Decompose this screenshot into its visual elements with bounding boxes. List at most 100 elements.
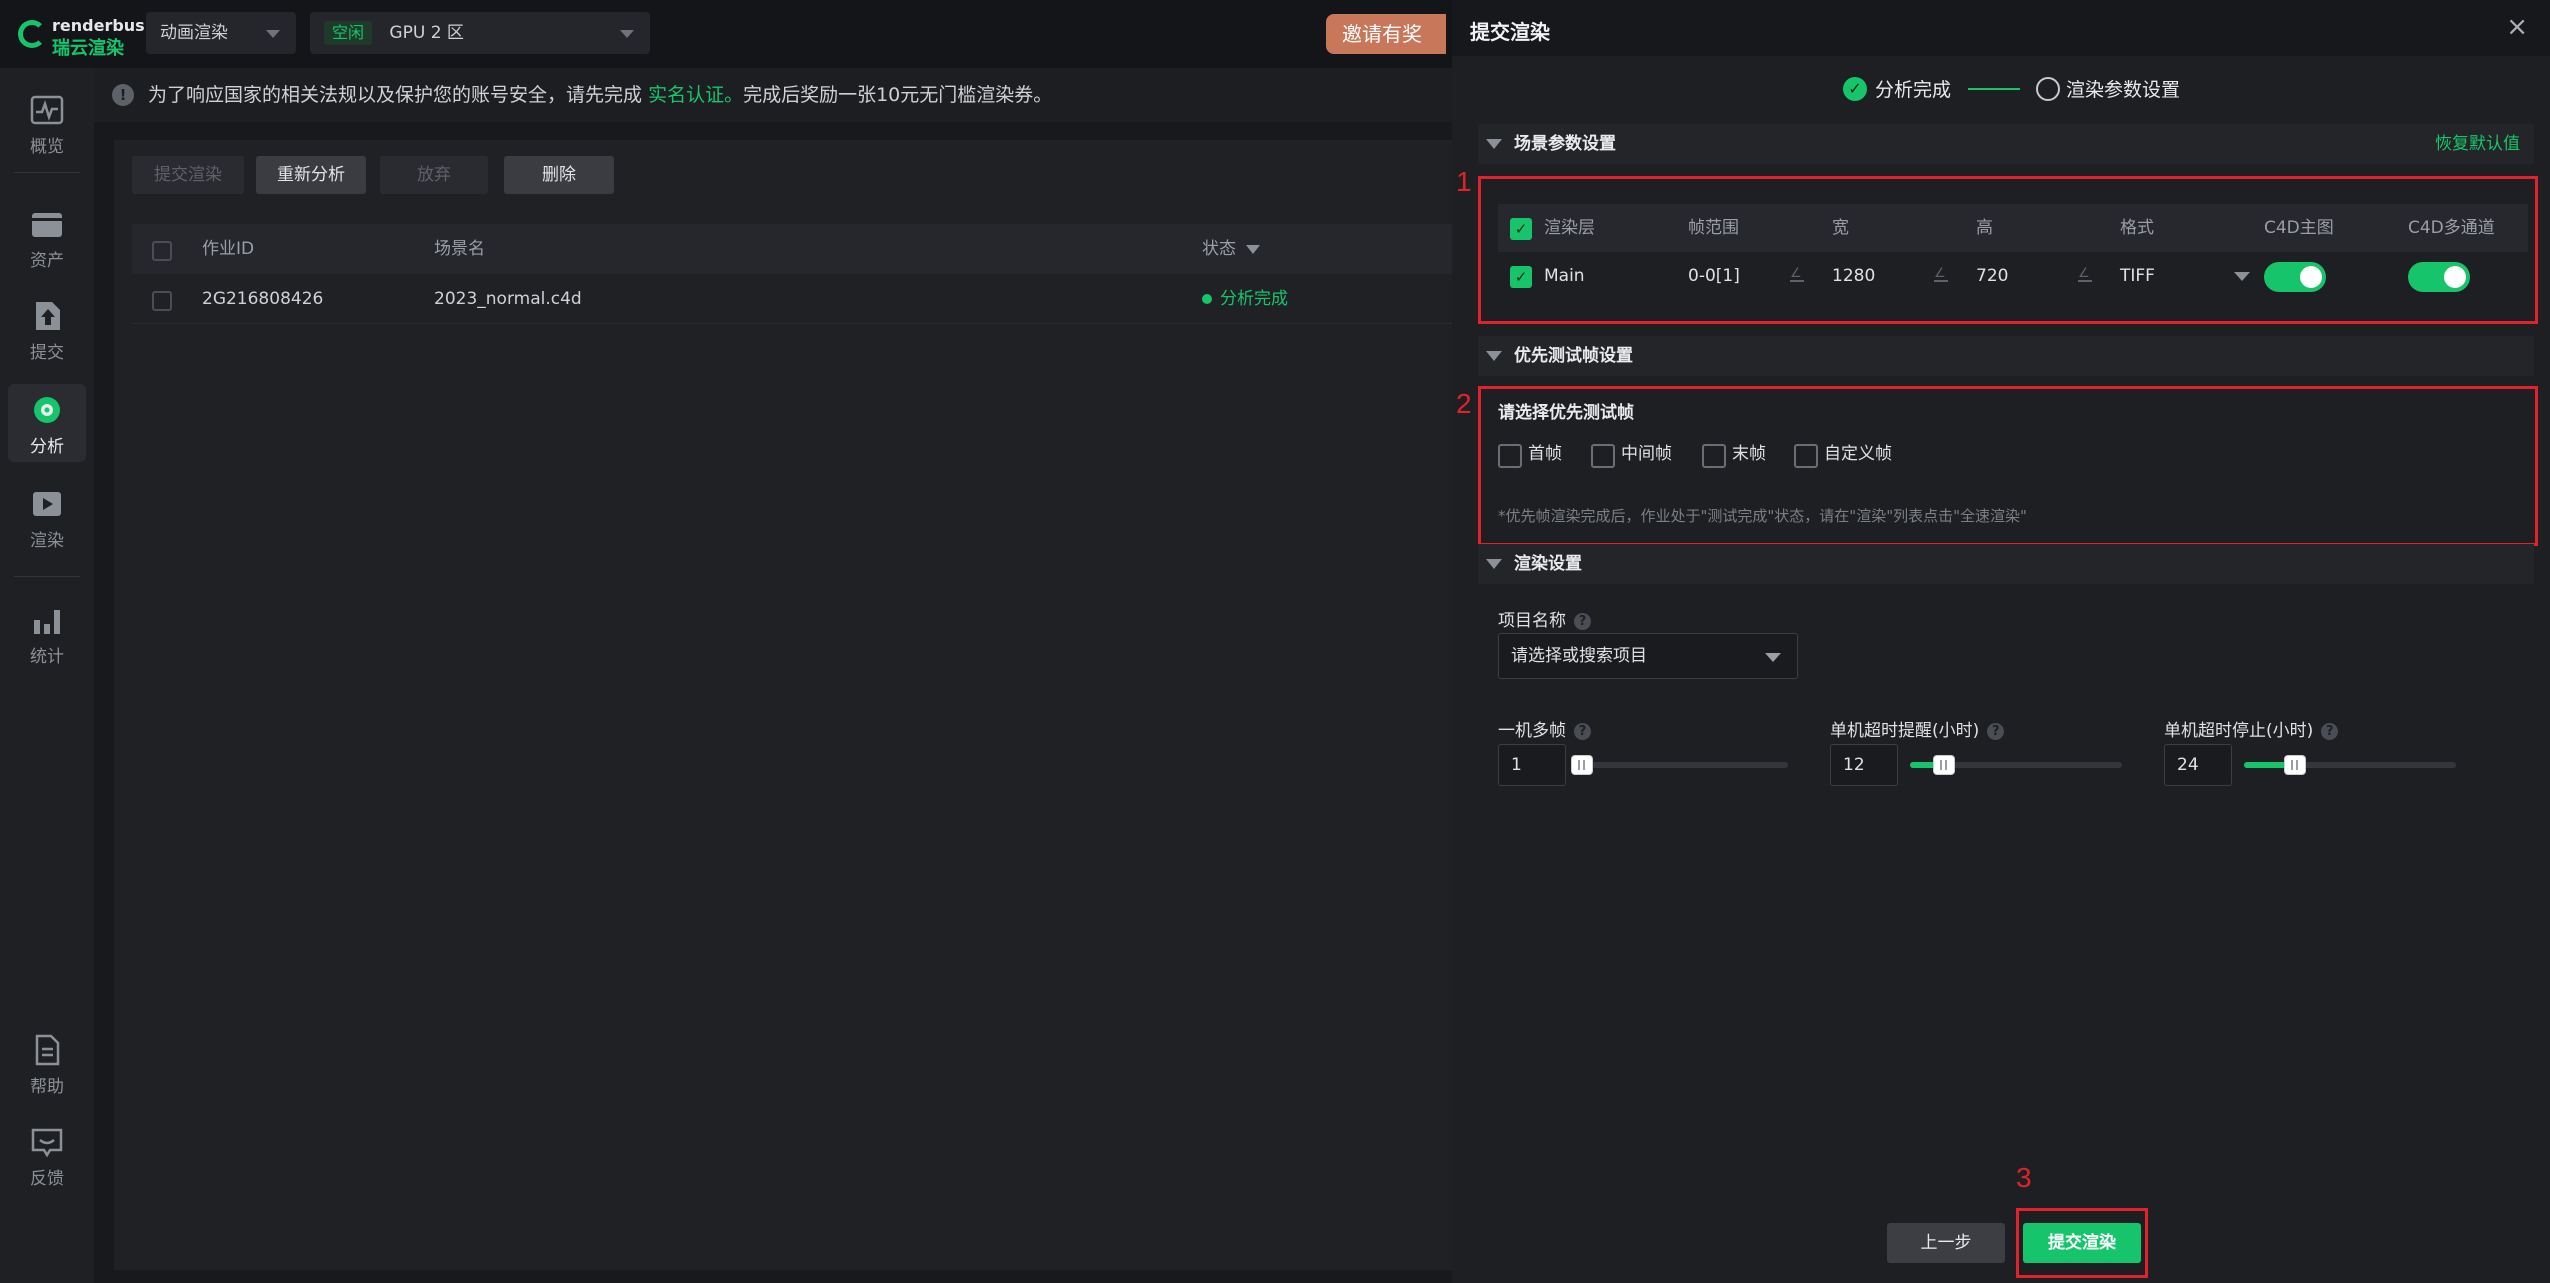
reset-defaults-link[interactable]: 恢复默认值	[2435, 124, 2520, 164]
sidebar-item-label: 渲染	[30, 531, 64, 551]
submit-render-drawer: 提交渲染 × ✓ 分析完成 渲染参数设置 场景参数设置 恢复默认值 ✓ 渲染层 …	[1452, 0, 2550, 1283]
project-select-placeholder: 请选择或搜索项目	[1511, 646, 1647, 666]
scene-settings-title: 场景参数设置	[1514, 134, 1616, 154]
document-icon	[35, 1034, 60, 1066]
multi-frame-slider[interactable]	[1571, 755, 1788, 775]
help-icon[interactable]: ?	[2321, 722, 2339, 740]
job-id: 2G216808426	[202, 289, 324, 309]
sidebar-item-render[interactable]: 渲染	[8, 478, 86, 556]
sidebar-divider	[14, 576, 80, 577]
sidebar-item-label: 概览	[30, 137, 64, 157]
timeout-stop-input[interactable]: 24	[2164, 744, 2232, 786]
play-icon	[33, 492, 61, 516]
job-panel: 提交渲染 重新分析 放弃 删除 作业ID 场景名 状态 2G216808426 …	[114, 140, 1454, 1270]
help-icon[interactable]: ?	[1574, 722, 1591, 740]
column-header-status-label: 状态	[1202, 239, 1236, 259]
sidebar-item-label: 资产	[30, 251, 64, 271]
timeout-warn-label: 单机超时提醒(小时)?	[1830, 716, 2005, 741]
row-checkbox[interactable]	[152, 291, 172, 311]
timeout-warn-slider[interactable]	[1910, 755, 2122, 775]
column-header-id: 作业ID	[202, 239, 255, 259]
check-circle-icon: ✓	[1843, 77, 1867, 101]
sidebar-item-analysis[interactable]: 分析	[8, 384, 86, 462]
logo-text-en: renderbus	[52, 16, 145, 35]
sidebar-item-stats[interactable]: 统计	[8, 594, 86, 672]
scene-name: 2023_normal.c4d	[434, 289, 582, 309]
verify-link[interactable]: 实名认证。	[648, 84, 743, 106]
render-mode-value: 动画渲染	[160, 23, 228, 43]
abandon-button[interactable]: 放弃	[380, 156, 488, 194]
project-name-label: 项目名称?	[1498, 606, 1591, 631]
sidebar-item-feedback[interactable]: 反馈	[8, 1116, 86, 1194]
chevron-down-icon	[266, 30, 280, 38]
info-icon: !	[112, 84, 134, 106]
delete-button[interactable]: 删除	[504, 156, 614, 194]
select-all-checkbox[interactable]	[152, 241, 172, 261]
render-settings-header[interactable]: 渲染设置	[1478, 544, 2534, 584]
timeout-stop-label-text: 单机超时停止(小时)	[2164, 721, 2314, 741]
priority-frames-header[interactable]: 优先测试帧设置	[1478, 336, 2534, 376]
notice-bar: ! 为了响应国家的相关法规以及保护您的账号安全，请先完成 实名认证。完成后奖励一…	[94, 68, 1454, 122]
table-row[interactable]: 2G216808426 2023_normal.c4d 分析完成	[132, 274, 1454, 324]
feedback-icon	[31, 1128, 63, 1158]
annotation-box-2	[1478, 386, 2538, 546]
sidebar-item-label: 分析	[30, 437, 64, 457]
sidebar-divider	[14, 172, 80, 173]
sidebar-item-help[interactable]: 帮助	[8, 1024, 86, 1102]
sidebar-item-label: 统计	[30, 647, 64, 667]
multi-frame-input[interactable]: 1	[1498, 744, 1566, 786]
render-mode-select[interactable]: 动画渲染	[146, 12, 296, 54]
slider-handle[interactable]	[1932, 755, 1955, 775]
multi-frame-label-text: 一机多帧	[1498, 721, 1566, 741]
help-icon[interactable]: ?	[1574, 612, 1591, 630]
slider-handle[interactable]	[2283, 755, 2306, 775]
status-label: 分析完成	[1220, 289, 1288, 309]
logo-text-cn: 瑞云渲染	[52, 38, 124, 59]
analysis-icon	[34, 397, 60, 423]
sidebar-item-label: 反馈	[30, 1169, 64, 1189]
chevron-down-icon	[620, 30, 634, 38]
timeout-stop-slider[interactable]	[2244, 755, 2456, 775]
pulse-icon	[30, 95, 64, 125]
chevron-down-icon	[1765, 653, 1781, 662]
status-dot-icon	[1202, 294, 1212, 304]
main-area: ! 为了响应国家的相关法规以及保护您的账号安全，请先完成 实名认证。完成后奖励一…	[94, 68, 1454, 1283]
annotation-box-3	[2016, 1208, 2148, 1278]
sidebar-item-assets[interactable]: 资产	[8, 198, 86, 276]
step-1-label: 分析完成	[1875, 79, 1952, 101]
gpu-zone-value: GPU 2 区	[389, 23, 464, 43]
drawer-title: 提交渲染	[1470, 20, 1550, 44]
multi-frame-label: 一机多帧?	[1498, 716, 1591, 741]
sidebar-item-label: 提交	[30, 343, 64, 363]
project-select[interactable]: 请选择或搜索项目	[1498, 633, 1798, 679]
annotation-box-1	[1478, 176, 2538, 324]
gpu-status-badge: 空闲	[324, 21, 373, 45]
annotation-label-1: 1	[1456, 166, 1472, 197]
collapse-icon	[1486, 139, 1502, 149]
folder-icon	[32, 213, 62, 237]
sidebar-item-overview[interactable]: 概览	[8, 84, 86, 162]
step-2-label: 渲染参数设置	[2066, 79, 2181, 101]
sidebar-item-label: 帮助	[30, 1077, 64, 1097]
timeout-warn-input[interactable]: 12	[1830, 744, 1898, 786]
submit-render-button[interactable]: 提交渲染	[132, 156, 244, 194]
slider-handle[interactable]	[1571, 755, 1594, 775]
annotation-label-2: 2	[1456, 388, 1472, 419]
scene-settings-header[interactable]: 场景参数设置 恢复默认值	[1478, 124, 2534, 164]
collapse-icon	[1486, 559, 1502, 569]
gpu-zone-select[interactable]: 空闲 GPU 2 区	[310, 12, 650, 54]
invite-button[interactable]: 邀请有奖	[1326, 14, 1446, 54]
reanalyze-button[interactable]: 重新分析	[256, 156, 366, 194]
previous-step-button[interactable]: 上一步	[1887, 1223, 2005, 1263]
column-header-status[interactable]: 状态	[1202, 224, 1260, 274]
bar-chart-icon	[34, 610, 60, 634]
circle-icon	[2036, 77, 2060, 101]
help-icon[interactable]: ?	[1987, 722, 2005, 740]
sidebar-item-submit[interactable]: 提交	[8, 290, 86, 368]
render-settings-title: 渲染设置	[1514, 554, 1582, 574]
filter-icon[interactable]	[1246, 244, 1260, 254]
close-icon[interactable]: ×	[2506, 14, 2528, 40]
annotation-label-3: 3	[2016, 1162, 2032, 1193]
logo: renderbus 瑞云渲染	[18, 14, 145, 59]
priority-frames-title: 优先测试帧设置	[1514, 346, 1633, 366]
